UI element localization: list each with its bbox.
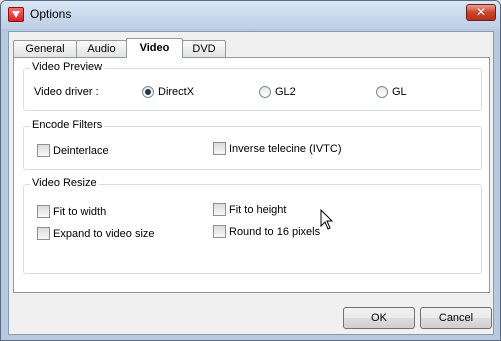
cancel-button[interactable]: Cancel [420,307,492,329]
deinterlace-checkbox[interactable] [37,144,50,157]
ok-button[interactable]: OK [343,307,415,329]
mouse-pointer-icon [320,209,334,230]
video-resize-group: Video Resize Fit to width Fit to height … [23,177,482,274]
fit-to-height-checkbox[interactable] [213,203,226,216]
encode-filters-title: Encode Filters [30,119,105,131]
tab-video[interactable]: Video [126,38,183,58]
expand-to-video-size-label[interactable]: Expand to video size [53,228,155,240]
expand-to-video-size-checkbox[interactable] [37,227,50,240]
video-resize-title: Video Resize [30,177,99,189]
radio-directx[interactable] [142,86,154,98]
deinterlace-label[interactable]: Deinterlace [53,145,109,157]
gl-label[interactable]: GL [392,86,407,98]
tab-general[interactable]: General [13,40,77,57]
video-driver-label: Video driver : [34,86,99,98]
fit-to-width-label[interactable]: Fit to width [53,206,106,218]
radio-gl[interactable] [376,86,388,98]
directx-label[interactable]: DirectX [158,86,194,98]
options-window: Options ✕ General Audio Video DVD Video … [0,0,501,341]
tab-dvd[interactable]: DVD [182,40,226,57]
radio-gl2[interactable] [259,86,271,98]
tab-audio[interactable]: Audio [76,40,127,57]
window-title: Options [30,7,72,21]
title-bar[interactable]: Options ✕ [1,1,500,29]
round-to-16-checkbox[interactable] [213,225,226,238]
gl2-label[interactable]: GL2 [275,86,296,98]
dialog-client-area: General Audio Video DVD Video Preview Vi… [8,31,494,335]
ivtc-label[interactable]: Inverse telecine (IVTC) [229,143,341,155]
ivtc-checkbox[interactable] [213,142,226,155]
app-icon [8,7,24,22]
video-tab-panel: Video Preview Video driver : DirectX GL2… [13,57,490,293]
fit-to-width-checkbox[interactable] [37,205,50,218]
round-to-16-label[interactable]: Round to 16 pixels [229,226,320,238]
video-preview-group: Video Preview Video driver : DirectX GL2… [23,61,482,111]
encode-filters-group: Encode Filters Deinterlace Inverse telec… [23,119,482,170]
video-preview-title: Video Preview [30,61,105,73]
close-button[interactable]: ✕ [466,4,496,21]
fit-to-height-label[interactable]: Fit to height [229,204,286,216]
